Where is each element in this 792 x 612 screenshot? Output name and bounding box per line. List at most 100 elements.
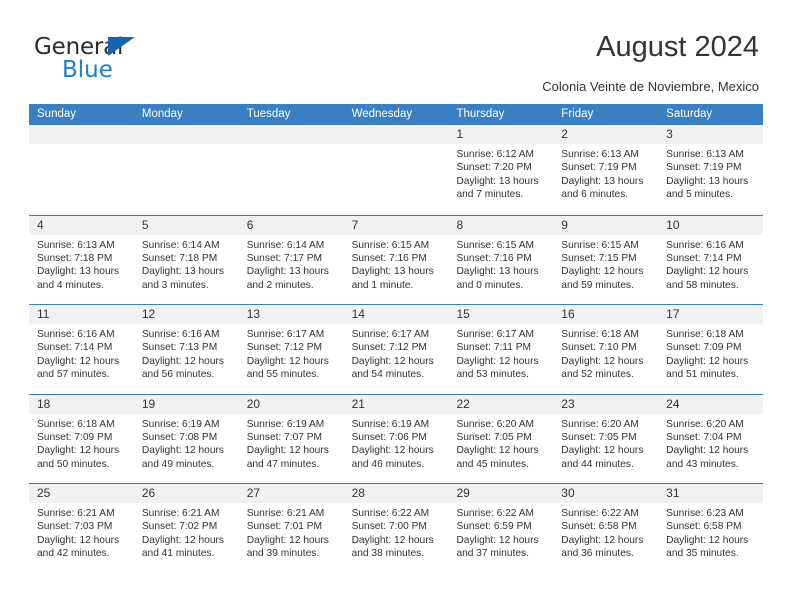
calendar-day-cell[interactable]: 15 Sunrise: 6:17 AM Sunset: 7:11 PM Dayligh…	[448, 305, 554, 394]
calendar-day-cell[interactable]: 22 Sunrise: 6:20 AM Sunset: 7:05 PM Dayligh…	[448, 394, 554, 483]
day-number: 25	[37, 486, 51, 500]
day-sun-info: Sunrise: 6:22 AM Sunset: 6:59 PM Daylight:…	[448, 503, 553, 561]
day-number: 20	[246, 396, 261, 411]
day-sun-info: Sunrise: 6:17 AM Sunset: 7:11 PM Daylight:…	[448, 324, 553, 382]
calendar-day-cell[interactable]: 20 Sunrise: 6:19 AM Sunset: 7:07 PM Dayligh…	[238, 394, 344, 483]
day-sun-info: Sunrise: 6:20 AM Sunset: 7:05 PM Daylight:…	[448, 414, 553, 472]
day-number-band: 23	[553, 394, 659, 414]
day-number: 30	[561, 486, 575, 500]
day-number-band: 1	[448, 125, 554, 144]
calendar-day-cell[interactable]: 23 Sunrise: 6:20 AM Sunset: 7:05 PM Dayligh…	[553, 394, 659, 483]
sunset-text: Sunset: 7:15 PM	[561, 252, 637, 264]
page-subtitle: Colonia Veinte de Noviembre, Mexico	[542, 79, 759, 94]
calendar-week-row: 4 Sunrise: 6:13 AM Sunset: 7:18 PM Daylight…	[29, 214, 764, 304]
daylight-text: Daylight: 13 hours and 2 minutes.	[246, 266, 329, 291]
day-number-band: 9	[553, 215, 659, 235]
calendar-day-cell[interactable]: 18 Sunrise: 6:18 AM Sunset: 7:09 PM Dayligh…	[29, 394, 134, 483]
daylight-text: Daylight: 12 hours and 49 minutes.	[141, 445, 224, 470]
calendar-day-cell[interactable]: 2 Sunrise: 6:13 AM Sunset: 7:19 PM Daylight…	[553, 125, 659, 215]
day-number: 29	[456, 486, 470, 500]
day-sun-info: Sunrise: 6:17 AM Sunset: 7:12 PM Daylight:…	[344, 324, 449, 382]
calendar-day-cell[interactable]: 16 Sunrise: 6:18 AM Sunset: 7:10 PM Dayligh…	[553, 305, 659, 394]
day-sun-info: Sunrise: 6:20 AM Sunset: 7:05 PM Daylight:…	[553, 414, 658, 472]
calendar-day-cell[interactable]: 9 Sunrise: 6:15 AM Sunset: 7:15 PM Daylight…	[553, 215, 659, 304]
calendar-day-cell[interactable]: 25 Sunrise: 6:21 AM Sunset: 7:03 PM Dayligh…	[29, 484, 134, 573]
daylight-text: Daylight: 12 hours and 41 minutes.	[141, 534, 224, 560]
day-number-band: 10	[658, 215, 764, 235]
calendar-day-cell[interactable]: 10 Sunrise: 6:16 AM Sunset: 7:14 PM Dayligh…	[658, 215, 764, 304]
calendar-day-cell[interactable]: 27 Sunrise: 6:21 AM Sunset: 7:01 PM Dayligh…	[238, 484, 344, 573]
daylight-text: Daylight: 12 hours and 39 minutes.	[246, 534, 329, 560]
calendar-grid: Sunday Monday Tuesday Wednesday Thursday Frid…	[29, 104, 764, 573]
day-sun-info: Sunrise: 6:22 AM Sunset: 6:58 PM Daylight:…	[553, 503, 658, 561]
sunset-text: Sunset: 6:58 PM	[561, 521, 637, 533]
calendar-day-cell[interactable]: 24 Sunrise: 6:20 AM Sunset: 7:04 PM Dayligh…	[658, 394, 764, 483]
day-sun-info: Sunrise: 6:13 AM Sunset: 7:19 PM Daylight:…	[658, 144, 763, 202]
day-number: 17	[666, 307, 680, 321]
sunrise-text: Sunrise: 6:15 AM	[351, 239, 430, 251]
sunset-text: Sunset: 7:09 PM	[666, 342, 742, 354]
day-number: 6	[246, 217, 254, 232]
day-sun-info: Sunrise: 6:12 AM Sunset: 7:20 PM Daylight:…	[448, 144, 553, 202]
day-number: 9	[561, 217, 568, 232]
calendar-day-cell[interactable]: 21 Sunrise: 6:19 AM Sunset: 7:06 PM Dayligh…	[343, 394, 449, 483]
calendar-day-cell[interactable]: 28 Sunrise: 6:22 AM Sunset: 7:00 PM Dayligh…	[343, 484, 449, 573]
day-number: 22	[456, 396, 470, 411]
calendar-day-cell[interactable]: 3 Sunrise: 6:13 AM Sunset: 7:19 PM Daylight…	[658, 125, 764, 215]
calendar-day-cell[interactable]: 12 Sunrise: 6:16 AM Sunset: 7:13 PM Dayligh…	[133, 305, 239, 394]
calendar-week-row: 25 Sunrise: 6:21 AM Sunset: 7:03 PM Dayligh…	[29, 483, 764, 573]
weekday-header-row: Sunday Monday Tuesday Wednesday Thursday Frid…	[29, 104, 763, 125]
day-number-band: 22	[448, 394, 554, 414]
daylight-text: Daylight: 12 hours and 37 minutes.	[456, 534, 539, 560]
sunset-text: Sunset: 7:05 PM	[456, 431, 532, 443]
calendar-day-cell-empty[interactable]	[238, 125, 344, 215]
day-sun-info: Sunrise: 6:19 AM Sunset: 7:06 PM Daylight:…	[344, 414, 449, 472]
calendar-day-cell-empty[interactable]	[133, 125, 239, 215]
calendar-day-cell[interactable]: 31 Sunrise: 6:23 AM Sunset: 6:58 PM Dayligh…	[658, 484, 764, 573]
calendar-day-cell[interactable]: 13 Sunrise: 6:17 AM Sunset: 7:12 PM Dayligh…	[238, 305, 344, 394]
calendar-day-cell[interactable]: 30 Sunrise: 6:22 AM Sunset: 6:58 PM Dayligh…	[553, 484, 659, 573]
calendar-day-cell[interactable]: 7 Sunrise: 6:15 AM Sunset: 7:16 PM Daylight…	[343, 215, 449, 304]
calendar-day-cell[interactable]: 26 Sunrise: 6:21 AM Sunset: 7:02 PM Dayligh…	[133, 484, 239, 573]
calendar-day-cell[interactable]: 6 Sunrise: 6:14 AM Sunset: 7:17 PM Daylight…	[238, 215, 344, 304]
sunset-text: Sunset: 7:00 PM	[351, 521, 427, 533]
day-number: 14	[351, 307, 365, 321]
daylight-text: Daylight: 12 hours and 46 minutes.	[351, 445, 434, 470]
sunset-text: Sunset: 7:03 PM	[37, 521, 113, 533]
day-number-band	[238, 125, 344, 144]
day-sun-info: Sunrise: 6:15 AM Sunset: 7:16 PM Daylight:…	[448, 235, 553, 293]
logo-text-blue: Blue	[62, 57, 113, 83]
calendar-day-cell[interactable]: 5 Sunrise: 6:14 AM Sunset: 7:18 PM Daylight…	[133, 215, 239, 304]
sunrise-text: Sunrise: 6:17 AM	[351, 329, 430, 340]
calendar-day-cell[interactable]: 4 Sunrise: 6:13 AM Sunset: 7:18 PM Daylight…	[29, 215, 134, 304]
calendar-day-cell[interactable]: 8 Sunrise: 6:15 AM Sunset: 7:16 PM Daylight…	[448, 215, 554, 304]
day-number-band: 17	[658, 305, 764, 324]
calendar-day-cell[interactable]: 17 Sunrise: 6:18 AM Sunset: 7:09 PM Dayligh…	[658, 305, 764, 394]
daylight-text: Daylight: 12 hours and 59 minutes.	[561, 266, 644, 291]
day-number: 13	[246, 307, 261, 321]
sunset-text: Sunset: 7:07 PM	[246, 431, 323, 443]
day-sun-info: Sunrise: 6:19 AM Sunset: 7:07 PM Daylight:…	[239, 414, 344, 472]
day-number-band: 16	[553, 305, 659, 324]
calendar-day-cell[interactable]: 11 Sunrise: 6:16 AM Sunset: 7:14 PM Dayligh…	[29, 305, 134, 394]
day-number: 8	[456, 217, 464, 232]
sunset-text: Sunset: 7:18 PM	[141, 252, 218, 264]
calendar-day-cell[interactable]: 1 Sunrise: 6:12 AM Sunset: 7:20 PM Daylight…	[448, 125, 554, 215]
calendar-day-cell[interactable]: 29 Sunrise: 6:22 AM Sunset: 6:59 PM Dayligh…	[448, 484, 554, 573]
calendar-day-cell-empty[interactable]	[29, 125, 134, 215]
calendar-day-cell[interactable]: 14 Sunrise: 6:17 AM Sunset: 7:12 PM Dayligh…	[343, 305, 449, 394]
day-number-band: 6	[238, 215, 344, 235]
day-sun-info: Sunrise: 6:16 AM Sunset: 7:13 PM Daylight:…	[134, 324, 239, 382]
sunrise-text: Sunrise: 6:13 AM	[37, 239, 115, 251]
sunrise-text: Sunrise: 6:22 AM	[561, 508, 639, 519]
calendar-day-cell[interactable]: 19 Sunrise: 6:19 AM Sunset: 7:08 PM Dayligh…	[133, 394, 239, 483]
general-blue-logo[interactable]: General Blue	[34, 34, 234, 90]
day-number: 11	[37, 307, 50, 321]
sunrise-text: Sunrise: 6:22 AM	[456, 508, 535, 519]
sunset-text: Sunset: 7:17 PM	[246, 252, 323, 264]
page-header: General Blue August 2024 Colonia Veinte …	[0, 0, 792, 100]
calendar-day-cell-empty[interactable]	[343, 125, 449, 215]
day-number: 7	[351, 217, 359, 232]
day-sun-info: Sunrise: 6:18 AM Sunset: 7:10 PM Daylight:…	[553, 324, 658, 382]
page-title: August 2024	[596, 31, 759, 63]
